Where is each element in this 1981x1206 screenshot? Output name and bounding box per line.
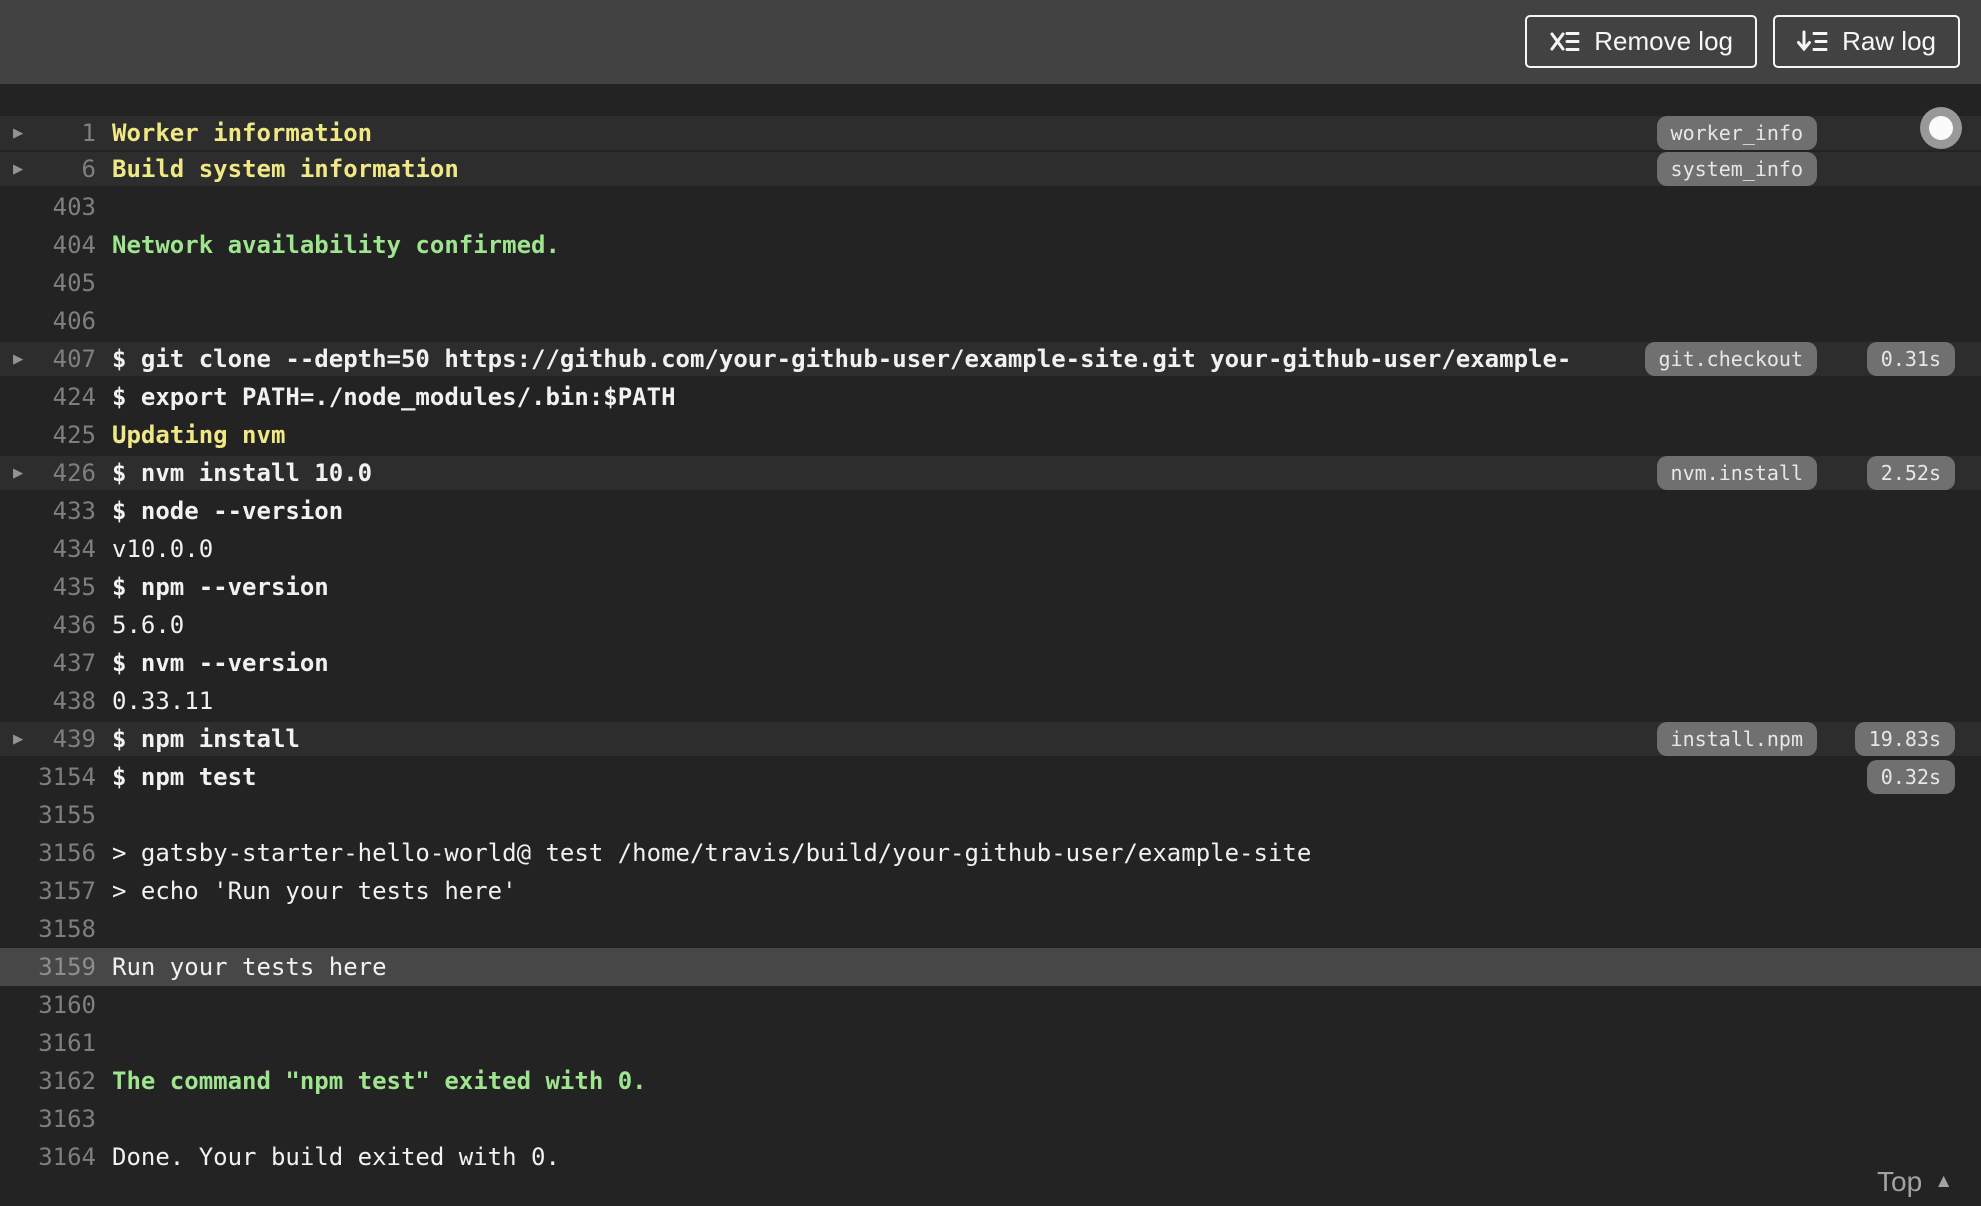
remove-log-button[interactable]: Remove log	[1525, 15, 1757, 68]
log-line-text: 0.33.11	[112, 687, 214, 715]
line-number-link[interactable]: 435	[0, 568, 96, 606]
line-number-link[interactable]: 406	[0, 302, 96, 340]
line-number-link[interactable]: 3162	[0, 1062, 96, 1100]
log-row: 435 $ npm --version	[0, 568, 1981, 606]
line-number-link[interactable]: 403	[0, 188, 96, 226]
raw-log-button[interactable]: Raw log	[1773, 15, 1960, 68]
line-number-link[interactable]: 3158	[0, 910, 96, 948]
log-row: 404 Network availability confirmed.	[0, 226, 1981, 264]
log-row: ▶ 407 $ git clone --depth=50 https://githu…	[0, 342, 1981, 376]
log-row: 405	[0, 264, 1981, 302]
scroll-to-top-link[interactable]: Top ▲	[1877, 1166, 1953, 1198]
raw-log-download-icon	[1797, 28, 1828, 55]
line-number-link[interactable]: 407	[0, 342, 96, 376]
duration-badge: 2.52s	[1866, 456, 1955, 490]
log-row: 424 $ export PATH=./node_modules/.bin:$PA…	[0, 378, 1981, 416]
log-line-text: $ nvm --version	[112, 649, 329, 677]
log-row: 434 v10.0.0	[0, 530, 1981, 568]
log-line-text: $ npm install	[112, 725, 300, 753]
line-number-link[interactable]: 3157	[0, 872, 96, 910]
build-log: ▶ 1 Worker information worker_info ▶ 6 Build s…	[0, 84, 1981, 1206]
step-tag-badge: nvm.install	[1656, 456, 1817, 490]
log-row: 3160	[0, 986, 1981, 1024]
line-number-link[interactable]: 424	[0, 378, 96, 416]
step-tag-badge: install.npm	[1656, 722, 1817, 756]
top-link-label: Top	[1877, 1166, 1923, 1197]
line-number-link[interactable]: 434	[0, 530, 96, 568]
line-number-link[interactable]: 3161	[0, 1024, 96, 1062]
line-number-link[interactable]: 3155	[0, 796, 96, 834]
line-number-link[interactable]: 404	[0, 226, 96, 264]
log-row: ▶ 6 Build system information system_info	[0, 152, 1981, 186]
log-row: 3162 The command "npm test" exited with 0…	[0, 1062, 1981, 1100]
line-number-link[interactable]: 405	[0, 264, 96, 302]
log-row: 436 5.6.0	[0, 606, 1981, 644]
log-row: 438 0.33.11	[0, 682, 1981, 720]
log-line-text: Build system information	[112, 155, 459, 183]
line-number-link[interactable]: 426	[0, 456, 96, 490]
log-line-text: The command "npm test" exited with 0.	[112, 1067, 647, 1095]
remove-log-icon	[1549, 28, 1580, 55]
log-row: 3161	[0, 1024, 1981, 1062]
step-tag-badge: system_info	[1656, 152, 1817, 186]
log-line-text: $ git clone --depth=50 https://github.co…	[112, 345, 1572, 373]
log-row: 3159 Run your tests here	[0, 948, 1981, 986]
log-row: 406	[0, 302, 1981, 340]
log-row: 3158	[0, 910, 1981, 948]
log-row: 3156 > gatsby-starter-hello-world@ test /…	[0, 834, 1981, 872]
line-number-link[interactable]: 3156	[0, 834, 96, 872]
log-row: 403	[0, 188, 1981, 226]
line-number-link[interactable]: 6	[0, 152, 96, 186]
line-number-link[interactable]: 437	[0, 644, 96, 682]
log-row: ▶ 439 $ npm install install.npm 19.83s	[0, 722, 1981, 756]
line-number-link[interactable]: 3163	[0, 1100, 96, 1138]
log-line-text: $ npm test	[112, 763, 257, 791]
log-line-text: > echo 'Run your tests here'	[112, 877, 517, 905]
line-number-link[interactable]: 439	[0, 722, 96, 756]
duration-badge: 0.31s	[1866, 342, 1955, 376]
line-number-link[interactable]: 1	[0, 116, 96, 150]
duration-badge: 19.83s	[1854, 722, 1955, 756]
log-row: 437 $ nvm --version	[0, 644, 1981, 682]
log-row: ▶ 1 Worker information worker_info	[0, 116, 1981, 150]
log-line-text: > gatsby-starter-hello-world@ test /home…	[112, 839, 1312, 867]
line-number-link[interactable]: 438	[0, 682, 96, 720]
scroll-indicator[interactable]	[1920, 107, 1962, 149]
log-line-text: Worker information	[112, 119, 373, 147]
raw-log-label: Raw log	[1842, 26, 1936, 56]
line-number-link[interactable]: 3160	[0, 986, 96, 1024]
line-number-link[interactable]: 3154	[0, 758, 96, 796]
log-row: 3157 > echo 'Run your tests here'	[0, 872, 1981, 910]
log-row: 3155	[0, 796, 1981, 834]
log-row: 3163	[0, 1100, 1981, 1138]
remove-log-label: Remove log	[1594, 26, 1733, 56]
line-number-link[interactable]: 3164	[0, 1138, 96, 1176]
toolbar: Remove log Raw log	[0, 0, 1981, 85]
log-line-text: $ npm --version	[112, 573, 329, 601]
line-number-link[interactable]: 3159	[0, 948, 96, 986]
log-row: 433 $ node --version	[0, 492, 1981, 530]
log-line-text: 5.6.0	[112, 611, 185, 639]
log-line-text: Updating nvm	[112, 421, 286, 449]
step-tag-badge: git.checkout	[1644, 342, 1817, 376]
log-row: 3164 Done. Your build exited with 0.	[0, 1138, 1981, 1176]
step-tag-badge: worker_info	[1656, 116, 1817, 150]
line-number-link[interactable]: 425	[0, 416, 96, 454]
log-line-text: Done. Your build exited with 0.	[112, 1143, 560, 1171]
log-line-text: $ node --version	[112, 497, 344, 525]
line-number-link[interactable]: 436	[0, 606, 96, 644]
log-line-text: v10.0.0	[112, 535, 214, 563]
line-number-link[interactable]: 433	[0, 492, 96, 530]
caret-up-icon: ▲	[1934, 1171, 1953, 1192]
log-line-text: Run your tests here	[112, 953, 387, 981]
duration-badge: 0.32s	[1866, 760, 1955, 794]
log-row: ▶ 426 $ nvm install 10.0 nvm.install 2.52s	[0, 456, 1981, 490]
log-line-text: $ nvm install 10.0	[112, 459, 373, 487]
log-row: 425 Updating nvm	[0, 416, 1981, 454]
log-line-text: $ export PATH=./node_modules/.bin:$PATH	[112, 383, 676, 411]
log-row: 3154 $ npm test 0.32s	[0, 758, 1981, 796]
log-line-text: Network availability confirmed.	[112, 231, 560, 259]
